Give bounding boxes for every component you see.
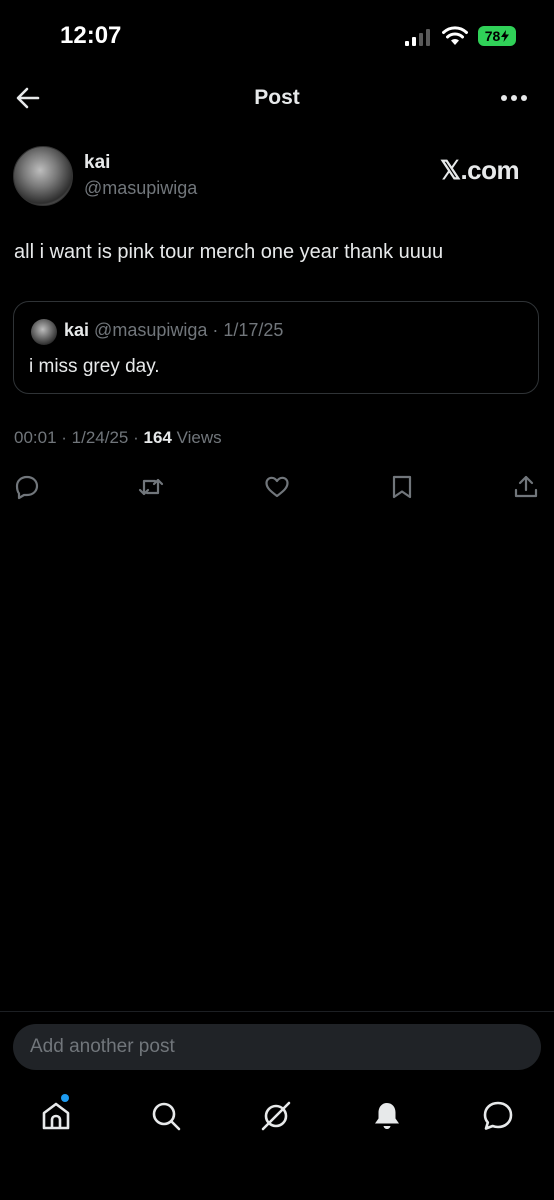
- quoted-date: 1/17/25: [223, 320, 284, 340]
- quoted-post-meta: kai @masupiwiga · 1/17/25: [64, 320, 283, 341]
- wifi-icon: [442, 26, 468, 45]
- grok-icon[interactable]: [260, 1100, 292, 1132]
- status-time: 12:07: [60, 22, 122, 49]
- post-text: all i want is pink tour merch one year t…: [14, 241, 444, 263]
- quoted-separator: ·: [207, 320, 224, 340]
- search-icon[interactable]: [150, 1100, 182, 1132]
- more-options-icon[interactable]: [500, 92, 528, 104]
- author-name[interactable]: kai: [84, 152, 110, 174]
- add-post-placeholder: Add another post: [30, 1036, 175, 1057]
- battery-indicator: 78: [478, 26, 516, 46]
- author-avatar[interactable]: [13, 146, 73, 206]
- post-meta: 00:01 · 1/24/25 · 164 Views: [14, 428, 222, 448]
- home-icon[interactable]: [40, 1100, 72, 1132]
- battery-level: 78: [484, 28, 501, 44]
- add-post-input[interactable]: Add another post: [13, 1024, 541, 1070]
- post-timestamp: 00:01 · 1/24/25 ·: [14, 428, 144, 447]
- like-icon[interactable]: [264, 474, 290, 500]
- quoted-author-handle: @masupiwiga: [94, 320, 208, 340]
- x-watermark: 𝕏.com: [440, 155, 520, 185]
- notifications-icon[interactable]: [371, 1100, 403, 1132]
- messages-icon[interactable]: [482, 1100, 514, 1132]
- quoted-post-text: i miss grey day.: [29, 356, 160, 377]
- reply-icon[interactable]: [14, 474, 40, 500]
- views-label: Views: [171, 428, 222, 447]
- views-count[interactable]: 164: [143, 428, 171, 447]
- quoted-author-name: kai: [64, 320, 90, 340]
- charging-bolt-icon: [501, 30, 510, 42]
- cellular-signal-icon: [405, 29, 430, 46]
- repost-icon[interactable]: [138, 474, 164, 500]
- quoted-author-avatar: [31, 319, 57, 345]
- share-icon[interactable]: [513, 474, 539, 500]
- author-handle[interactable]: @masupiwiga: [84, 178, 197, 199]
- home-notification-dot: [61, 1094, 69, 1102]
- divider: [0, 1011, 554, 1012]
- page-title: Post: [254, 86, 300, 109]
- bookmark-icon[interactable]: [389, 474, 415, 500]
- quoted-post[interactable]: [13, 301, 539, 394]
